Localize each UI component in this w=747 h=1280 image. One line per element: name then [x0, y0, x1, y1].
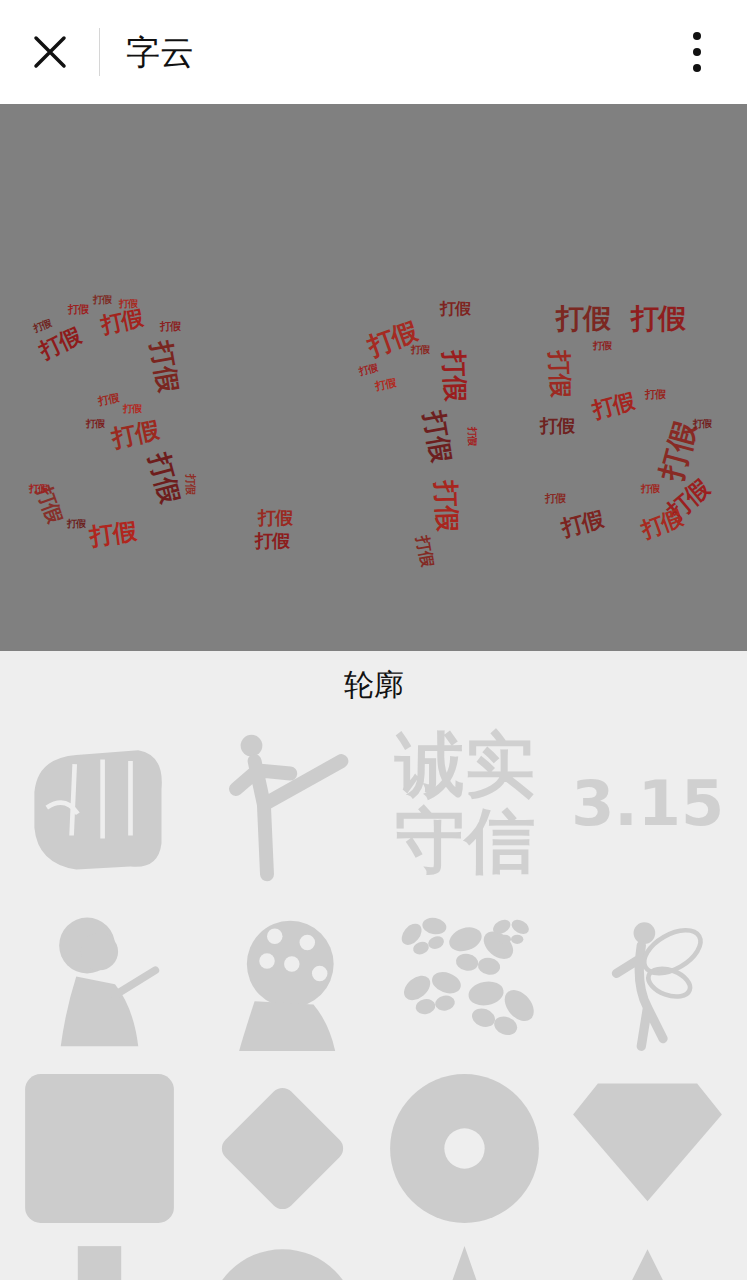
- cloud-word: 打假: [32, 318, 52, 334]
- more-icon: [692, 31, 702, 73]
- woman-icon: [22, 899, 177, 1054]
- outline-option[interactable]: [8, 1240, 191, 1280]
- cloud-word: 打假: [258, 509, 292, 527]
- close-icon: [33, 35, 67, 69]
- header-bar: 字云: [0, 0, 747, 104]
- header-divider: [99, 28, 100, 76]
- outline-option[interactable]: 诚实守信: [374, 724, 557, 884]
- outline-option[interactable]: [8, 724, 191, 884]
- page-title: 字云: [126, 32, 677, 73]
- outline-option[interactable]: [8, 896, 191, 1056]
- cloud-word: 打假: [641, 484, 659, 494]
- outline-option[interactable]: [191, 896, 374, 1056]
- butterflies-icon: [387, 899, 542, 1054]
- outline-text-shape: 3.15: [571, 771, 724, 838]
- diamond-icon: [205, 1071, 360, 1226]
- cloud-word: 打假: [119, 299, 137, 309]
- cloud-word: 打假: [547, 351, 573, 398]
- flower-head-icon: [205, 899, 360, 1054]
- outline-option[interactable]: [556, 896, 739, 1056]
- outline-option[interactable]: [374, 1068, 557, 1228]
- cloud-word: 打假: [185, 474, 196, 494]
- cloud-word: 打假: [556, 305, 610, 333]
- cloud-word: 打假: [97, 393, 119, 407]
- outline-option[interactable]: [8, 1068, 191, 1228]
- outline-panel: 轮廓诚实守信 3.15: [0, 651, 747, 1280]
- cloud-word: 打假: [67, 519, 85, 529]
- kicker-icon: [205, 727, 360, 882]
- cloud-word: 打假: [160, 321, 180, 332]
- cloud-word: 打假: [89, 519, 138, 549]
- outline-text-shape: 诚实守信: [395, 728, 535, 879]
- cloud-word: 打假: [358, 363, 378, 377]
- cloud-word: 打假: [433, 481, 461, 532]
- close-button[interactable]: [30, 28, 70, 76]
- cloud-word: 打假: [99, 307, 145, 337]
- star-icon: [387, 1243, 542, 1280]
- cloud-word: 打假: [593, 341, 611, 351]
- cloud-word: 打假: [693, 419, 711, 429]
- cloud-word: 打假: [148, 339, 182, 393]
- cloud-word: 打假: [645, 389, 665, 400]
- triangle-icon: [570, 1243, 725, 1280]
- cloud-word: 打假: [590, 390, 636, 422]
- cloud-word: 打假: [86, 419, 104, 429]
- word-cloud-preview: 打假打假打假打假打假打假打假打假打假打假打假打假打假打假打假打假打假打假打假打假…: [0, 104, 747, 651]
- outline-option[interactable]: [191, 724, 374, 884]
- cloud-word: 打假: [421, 409, 455, 463]
- panel-title: 轮廓: [0, 651, 747, 720]
- outline-option[interactable]: [556, 1240, 739, 1280]
- outline-option[interactable]: [374, 1240, 557, 1280]
- cloud-word: 打假: [255, 532, 289, 550]
- cloud-word: 打假: [639, 506, 686, 541]
- outline-grid: 诚实守信 3.15: [0, 720, 747, 1280]
- cloud-word: 打假: [440, 301, 470, 317]
- circle-icon: [205, 1243, 360, 1280]
- cloud-word: 打假: [559, 508, 605, 540]
- word-cloud-page: 字云打假打假打假打假打假打假打假打假打假打假打假打假打假打假打假打假打假打假打假…: [0, 0, 747, 1280]
- cloud-word: 打假: [467, 427, 477, 445]
- cloud-word: 打假: [68, 304, 88, 315]
- cloud-word: 打假: [146, 450, 184, 505]
- fairy-icon: [570, 899, 725, 1054]
- cloud-word: 打假: [93, 295, 111, 305]
- cross-icon: [22, 1243, 177, 1280]
- cloud-word: 打假: [441, 351, 469, 402]
- fist-icon: [22, 727, 177, 882]
- outline-option[interactable]: [556, 1068, 739, 1228]
- more-button[interactable]: [677, 28, 717, 76]
- cloud-word: 打假: [631, 305, 685, 333]
- ring-icon: [387, 1071, 542, 1226]
- outline-option[interactable]: [191, 1068, 374, 1228]
- cloud-word: 打假: [110, 417, 160, 450]
- cloud-word: 打假: [123, 404, 141, 414]
- rounded-square-icon: [22, 1071, 177, 1226]
- cloud-word: 打假: [545, 493, 565, 504]
- cloud-word: 打假: [540, 417, 574, 435]
- outline-option[interactable]: 3.15: [556, 724, 739, 884]
- cloud-word: 打假: [374, 378, 396, 392]
- gem-icon: [570, 1071, 725, 1226]
- outline-option[interactable]: [191, 1240, 374, 1280]
- cloud-word: 打假: [415, 535, 436, 567]
- cloud-word: 打假: [29, 484, 47, 494]
- cloud-word: 打假: [411, 345, 429, 355]
- outline-option[interactable]: [374, 896, 557, 1056]
